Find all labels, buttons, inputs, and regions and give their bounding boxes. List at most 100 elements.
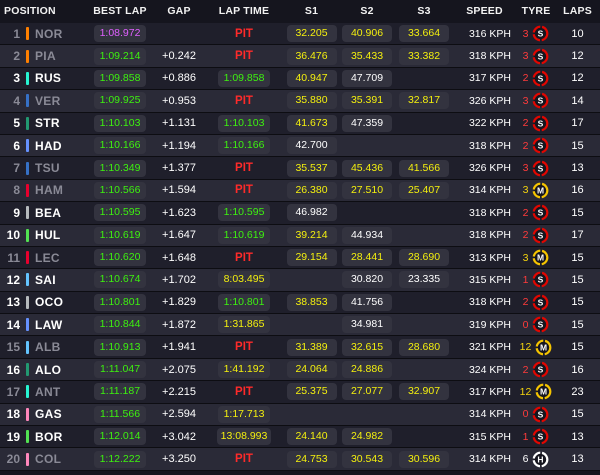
pit-label: PIT [235,27,253,40]
driver-code[interactable]: COL [35,452,61,466]
soft-tyre-icon: S [533,137,549,154]
table-row[interactable]: 6 HAD 1:10.166 +1.194 1:10.166 42.700 318 KPH 2… [0,134,600,158]
table-row[interactable]: 1 NOR 1:08.972 PIT 32.205 40.906 33.664 316 KPH… [0,23,600,46]
s1-time: 35.880 [286,92,337,110]
laps-cell: 10 [571,27,584,40]
driver-code[interactable]: BOR [35,430,63,444]
s2-cell: 24.982 [338,426,396,447]
table-row[interactable]: 13 OCO 1:10.801 +1.829 1:10.801 38.853 41.756 3… [0,291,600,315]
table-row[interactable]: 17 ANT 1:11.187 +2.215 PIT 25.375 27.077 32.907… [0,381,600,404]
driver-code[interactable]: GAS [35,407,62,421]
s2-cell: 27.510 [338,180,396,201]
svg-text:H: H [538,454,544,464]
laps-cell: 17 [571,229,584,242]
tyre-age: 12 [519,385,532,398]
gap-cell: +1.377 [162,162,196,175]
best-lap-time: 1:10.913 [94,338,146,356]
header-best-lap[interactable]: BEST LAP [85,5,155,17]
tyre-age: 0 [522,408,529,421]
header-s3[interactable]: S3 [396,5,452,17]
table-row[interactable]: 11 LEC 1:10.620 +1.648 PIT 29.154 28.441 28.690… [0,246,600,270]
driver-code[interactable]: HAM [35,183,63,197]
table-row[interactable]: 15 ALB 1:10.913 +1.941 PIT 31.389 32.615 28.680… [0,336,600,359]
tyre-cell: 12 M [517,336,555,357]
position-number: 3 [13,71,20,86]
header-s1[interactable]: S1 [285,5,338,17]
table-row[interactable]: 7 TSU 1:10.349 +1.377 PIT 35.537 45.436 41.566 3… [0,157,600,180]
table-row[interactable]: 9 BEA 1:10.595 +1.623 1:10.595 46.982 318 KPH 2… [0,202,600,225]
driver-code[interactable]: LAW [35,318,63,332]
table-row[interactable]: 14 LAW 1:10.844 +1.872 1:31.865 34.981 319 KPH… [0,314,600,337]
driver-code[interactable]: ALB [35,340,61,354]
lap-time-cell: PIT [203,157,285,178]
tyre-age: 0 [522,318,529,331]
best-lap-cell: 1:10.103 [85,113,155,134]
header-tyre[interactable]: TYRE [517,5,555,17]
table-row[interactable]: 5 STR 1:10.103 +1.131 1:10.103 41.673 47.359 32… [0,112,600,135]
table-row[interactable]: 4 VER 1:09.925 +0.953 PIT 35.880 35.391 32.817 3… [0,90,600,113]
s3-cell [396,404,452,425]
header-speed[interactable]: SPEED [452,5,517,17]
s1-time: 31.389 [286,338,337,356]
header-gap[interactable]: GAP [155,5,203,17]
gap-cell: +1.131 [162,117,196,130]
driver-code[interactable]: ALO [35,363,61,377]
driver-code[interactable]: PIA [35,49,56,63]
best-lap-cell: 1:09.925 [85,90,155,111]
driver-code[interactable]: HUL [35,228,61,242]
team-color-bar [26,318,29,332]
table-row[interactable]: 3 RUS 1:09.858 +0.886 1:09.858 40.947 47.709 31… [0,67,600,91]
driver-code[interactable]: STR [35,116,60,130]
driver-code[interactable]: OCO [35,295,63,309]
driver-code[interactable]: NOR [35,27,63,41]
driver-code[interactable]: HAD [35,139,62,153]
s1-cell [285,404,338,425]
s2-cell: 35.433 [338,45,396,66]
driver-code[interactable]: LEC [35,251,60,265]
driver-code[interactable]: BEA [35,206,61,220]
table-row[interactable]: 10 HUL 1:10.619 +1.647 1:10.619 39.214 44.934 3… [0,224,600,247]
lap-time-cell: 1:41.192 [203,359,285,380]
s3-cell [396,359,452,380]
table-row[interactable]: 19 BOR 1:12.014 +3.042 13:08.993 24.140 24.982… [0,426,600,449]
speed-cell: 315 KPH [468,273,511,286]
lap-time-value: 8:03.495 [218,271,270,289]
soft-tyre-icon: S [533,316,549,333]
svg-text:M: M [537,186,544,196]
lap-time-cell: 1:17.713 [203,404,285,425]
s2-cell [338,404,396,425]
header-position[interactable]: POSITION [0,5,85,17]
laps-cell: 15 [571,139,584,152]
header-s2[interactable]: S2 [338,5,396,17]
s1-time: 26.380 [286,181,337,199]
header-laps[interactable]: LAPS [555,5,600,17]
table-row[interactable]: 12 SAI 1:10.674 +1.702 8:03.495 30.820 23.335 3… [0,269,600,292]
s3-time: 33.664 [399,25,449,43]
tyre-cell: 3M [517,180,555,201]
driver-code[interactable]: RUS [35,71,61,85]
table-row[interactable]: 18 GAS 1:11.566 +2.594 1:17.713 314 KPH 0 S 15 [0,403,600,427]
gap-cell: +2.594 [162,408,196,421]
soft-tyre-icon: S [533,294,549,311]
table-row[interactable]: 2 PIA 1:09.214 +0.242 PIT 36.476 35.433 33.382 3… [0,45,600,68]
driver-code[interactable]: TSU [35,161,60,175]
table-row[interactable]: 8 HAM 1:10.566 +1.594 PIT 26.380 27.510 25.407 3… [0,179,600,203]
pit-label: PIT [235,162,253,175]
header-lap-time[interactable]: LAP TIME [203,5,285,17]
table-row[interactable]: 16 ALO 1:11.047 +2.075 1:41.192 24.064 24.886 3… [0,358,600,382]
s2-cell: 44.934 [338,225,396,246]
s3-cell [396,225,452,246]
best-lap-time: 1:11.047 [94,361,146,379]
s1-time: 24.140 [286,428,337,446]
driver-code[interactable]: ANT [35,385,61,399]
soft-tyre-icon: S [533,115,549,132]
laps-cell: 13 [571,162,584,175]
team-color-bar [26,183,29,197]
lap-time-value: 1:09.858 [218,69,270,87]
driver-code[interactable]: SAI [35,273,56,287]
table-row[interactable]: 20 COL 1:12.222 +3.250 PIT 24.753 30.543 30.596… [0,448,600,471]
tyre-cell: 0S [517,404,555,425]
position-number: 18 [6,407,20,422]
soft-tyre-icon: S [533,70,549,87]
driver-code[interactable]: VER [35,94,61,108]
